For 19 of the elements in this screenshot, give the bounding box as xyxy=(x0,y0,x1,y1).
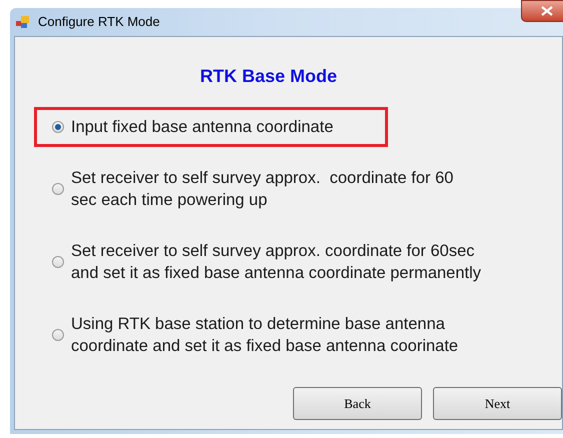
radio-option[interactable]: Set receiver to self survey approx. coordinate for 60 sec each time powering up xyxy=(34,164,460,214)
option-label: Set receiver to self survey approx. coordinate for 60sec and set it as fixed base antenna coordinate permanently xyxy=(71,241,482,284)
close-button[interactable] xyxy=(521,0,563,22)
radio-button[interactable] xyxy=(52,329,64,341)
dialog-heading: RTK Base Mode xyxy=(200,65,338,88)
dialog-button[interactable]: Next xyxy=(433,387,562,420)
radio-option[interactable]: Using RTK base station to determine base antenna coordinate and set it as fixed base antenna coorinate xyxy=(34,310,466,360)
option-label: Input fixed base antenna coordinate xyxy=(71,117,334,138)
radio-option[interactable]: Set receiver to self survey approx. coordinate for 60sec and set it as fixed base antenna coordinate permanently xyxy=(34,237,488,287)
close-icon xyxy=(541,6,553,16)
radio-button[interactable] xyxy=(52,121,64,133)
option-label: Set receiver to self survey approx. coordinate for 60 sec each time powering up xyxy=(71,168,454,211)
radio-button[interactable] xyxy=(52,183,64,195)
app-icon xyxy=(16,15,30,29)
radio-button[interactable] xyxy=(52,256,64,268)
window-title: Configure RTK Mode xyxy=(38,13,160,32)
option-label: Using RTK base station to determine base antenna coordinate and set it as fixed base antenna coorinate xyxy=(71,314,458,357)
dialog-button[interactable]: Back xyxy=(293,387,422,420)
radio-option[interactable]: Input fixed base antenna coordinate xyxy=(34,107,388,147)
